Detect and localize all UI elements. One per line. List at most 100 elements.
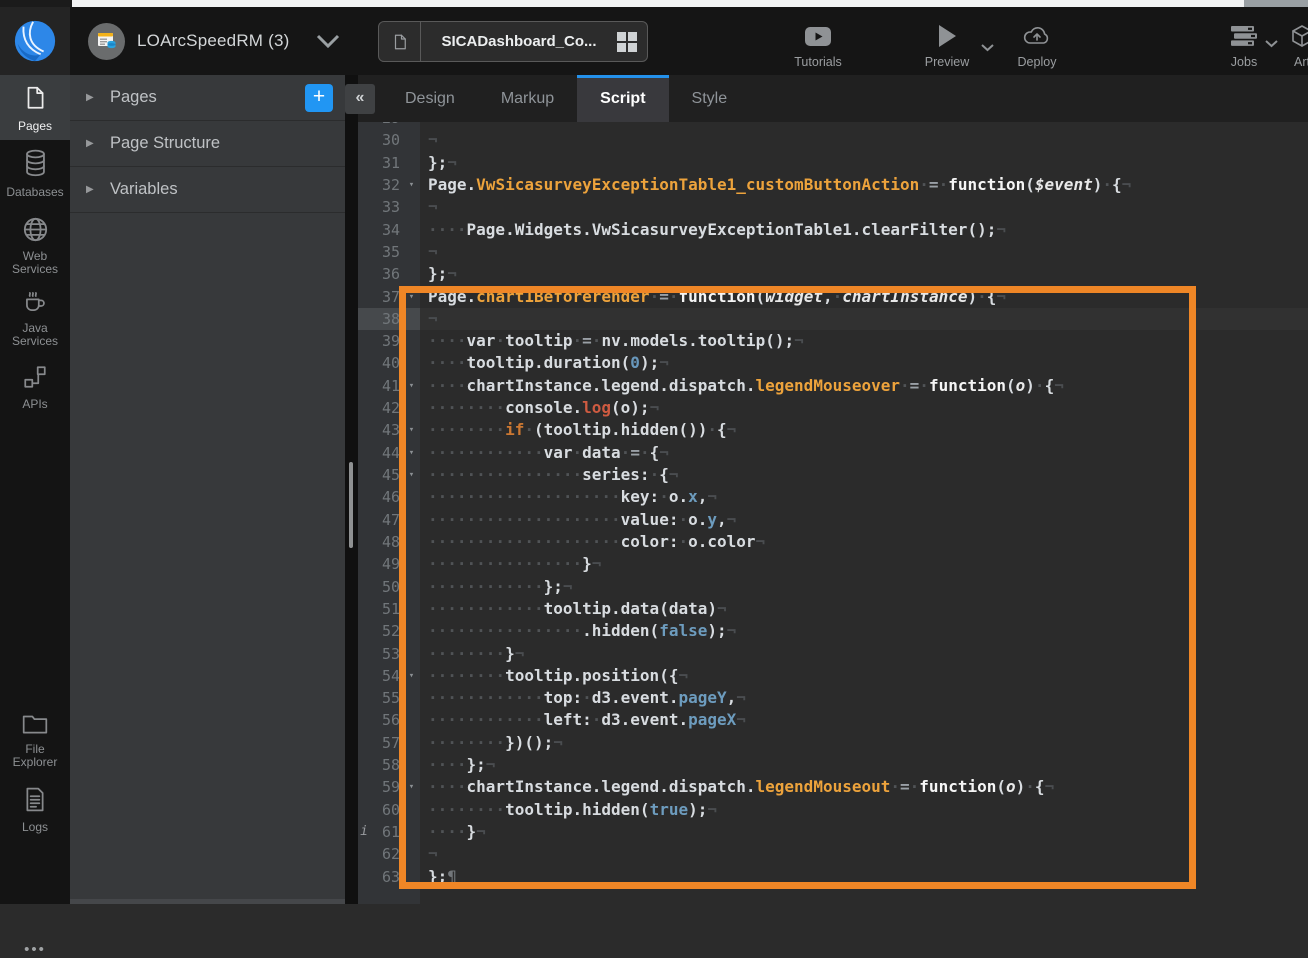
log-file-icon: [23, 786, 47, 813]
line-number: 45: [370, 464, 403, 486]
fold-arrow-icon[interactable]: ▾: [403, 174, 420, 196]
line-number: 59: [370, 776, 403, 798]
sidebar-more-button[interactable]: •••: [0, 941, 70, 958]
sidebar-item-file-explorer[interactable]: File Explorer: [0, 712, 70, 778]
expand-arrow-icon[interactable]: ▶: [86, 184, 100, 195]
code-line-36: 36};¬: [358, 263, 1308, 285]
code-line-49: 49················}¬: [358, 553, 1308, 575]
code-line-32: 32▾Page.VwSicasurveyExceptionTable1_cust…: [358, 174, 1308, 196]
line-number: 53: [370, 643, 403, 665]
panel-section-variables[interactable]: ▶ Variables: [70, 167, 345, 213]
code-line-52: 52················.hidden(false);¬: [358, 620, 1308, 642]
code-line-38: 38¬: [358, 308, 1308, 330]
line-number: 60: [370, 799, 403, 821]
fold-arrow-icon[interactable]: ▾: [403, 464, 420, 486]
line-number: 32: [370, 174, 403, 196]
app-logo[interactable]: [0, 7, 70, 75]
code-line-29: 29¬: [358, 122, 1308, 129]
sidebar-item-databases[interactable]: Databases: [0, 148, 70, 210]
tutorials-button[interactable]: Tutorials: [778, 21, 858, 69]
line-number: 38: [370, 308, 403, 330]
wavemaker-logo-icon: [12, 18, 58, 64]
line-number: 42: [370, 397, 403, 419]
left-icon-sidebar: Pages Databases Web Services Java Servic…: [0, 75, 70, 904]
tab-script[interactable]: Script: [577, 75, 668, 122]
code-line-59: 59▾····chartInstance.legend.dispatch.leg…: [358, 776, 1308, 798]
gutter-info-icon: i: [358, 821, 370, 843]
tab-design[interactable]: Design: [382, 75, 478, 122]
code-line-48: 48····················color:·o.color¬: [358, 531, 1308, 553]
script-code-editor[interactable]: 29¬30¬31};¬32▾Page.VwSicasurveyException…: [358, 122, 1308, 904]
line-number: 37: [370, 286, 403, 308]
tab-style[interactable]: Style: [669, 75, 751, 122]
line-number: 55: [370, 687, 403, 709]
globe-icon: [22, 216, 49, 243]
fold-arrow-icon[interactable]: ▾: [403, 286, 420, 308]
panel-bottom-strip: [70, 899, 345, 904]
open-page-tab[interactable]: SICADashboard_Co...: [378, 21, 648, 62]
code-line-62: 62¬: [358, 843, 1308, 865]
code-line-37: 37▾Page.chart1Beforerender·=·function(wi…: [358, 286, 1308, 308]
folder-icon: [21, 712, 49, 736]
window-top-strip-right: [1244, 0, 1308, 7]
code-lines: 29¬30¬31};¬32▾Page.VwSicasurveyException…: [358, 122, 1308, 888]
line-number: 52: [370, 620, 403, 642]
code-line-46: 46····················key:·o.x,¬: [358, 486, 1308, 508]
sidebar-item-java-services[interactable]: Java Services: [0, 288, 70, 358]
project-avatar: [88, 23, 125, 60]
panel-section-page-structure[interactable]: ▶ Page Structure: [70, 121, 345, 167]
sidebar-item-web-services[interactable]: Web Services: [0, 216, 70, 284]
line-number: 39: [370, 330, 403, 352]
window-top-strip-corner: [0, 0, 72, 7]
project-selector[interactable]: LOArcSpeedRM (3): [88, 7, 341, 75]
preview-button[interactable]: Preview: [907, 21, 987, 69]
fold-arrow-icon[interactable]: ▾: [403, 419, 420, 441]
panel-section-pages[interactable]: ▶ Pages +: [70, 75, 345, 121]
code-line-53: 53········}¬: [358, 643, 1308, 665]
line-number: 30: [370, 129, 403, 151]
project-name: LOArcSpeedRM (3): [137, 31, 289, 51]
code-line-34: 34····Page.Widgets.VwSicasurveyException…: [358, 219, 1308, 241]
code-line-35: 35¬: [358, 241, 1308, 263]
code-line-43: 43▾········if·(tooltip.hidden())·{¬: [358, 419, 1308, 441]
line-number: 51: [370, 598, 403, 620]
code-line-44: 44▾············var·data·=·{¬: [358, 442, 1308, 464]
collapse-panel-button[interactable]: «: [345, 84, 375, 114]
line-number: 36: [370, 263, 403, 285]
panel-editor-divider[interactable]: [345, 75, 358, 904]
sidebar-item-logs[interactable]: Logs: [0, 786, 70, 842]
line-number: 44: [370, 442, 403, 464]
code-line-60: 60········tooltip.hidden(true);¬: [358, 799, 1308, 821]
line-number: 29: [370, 122, 403, 129]
fold-arrow-icon[interactable]: ▾: [403, 665, 420, 687]
line-number: 48: [370, 531, 403, 553]
page-file-icon: [379, 22, 421, 61]
page-grid-icon[interactable]: [617, 32, 637, 52]
expand-arrow-icon[interactable]: ▶: [86, 92, 100, 103]
project-chevron-down-icon[interactable]: [315, 33, 341, 49]
fold-arrow-icon[interactable]: ▾: [403, 776, 420, 798]
add-page-button[interactable]: +: [305, 84, 333, 112]
expand-arrow-icon[interactable]: ▶: [86, 138, 100, 149]
artifacts-icon: [1272, 21, 1308, 51]
panel-scrollbar-thumb[interactable]: [349, 462, 353, 548]
code-line-50: 50············};¬: [358, 576, 1308, 598]
line-number: 50: [370, 576, 403, 598]
sidebar-item-apis[interactable]: APIs: [0, 364, 70, 420]
line-number: 49: [370, 553, 403, 575]
line-number: 63: [370, 866, 403, 888]
deploy-cloud-icon: [997, 21, 1077, 51]
line-number: 58: [370, 754, 403, 776]
tab-markup[interactable]: Markup: [478, 75, 577, 122]
deploy-button[interactable]: Deploy: [997, 21, 1077, 69]
artifacts-button-partial[interactable]: Art: [1272, 21, 1308, 69]
line-number: 56: [370, 709, 403, 731]
line-number: 35: [370, 241, 403, 263]
fold-arrow-icon[interactable]: ▾: [403, 375, 420, 397]
fold-arrow-icon[interactable]: ▾: [403, 442, 420, 464]
sidebar-item-pages[interactable]: Pages: [0, 75, 70, 140]
line-number: 46: [370, 486, 403, 508]
preview-chevron-down-icon[interactable]: [980, 43, 995, 52]
code-line-41: 41▾····chartInstance.legend.dispatch.leg…: [358, 375, 1308, 397]
top-bar: LOArcSpeedRM (3) SICADashboard_Co... Tut…: [0, 7, 1308, 75]
